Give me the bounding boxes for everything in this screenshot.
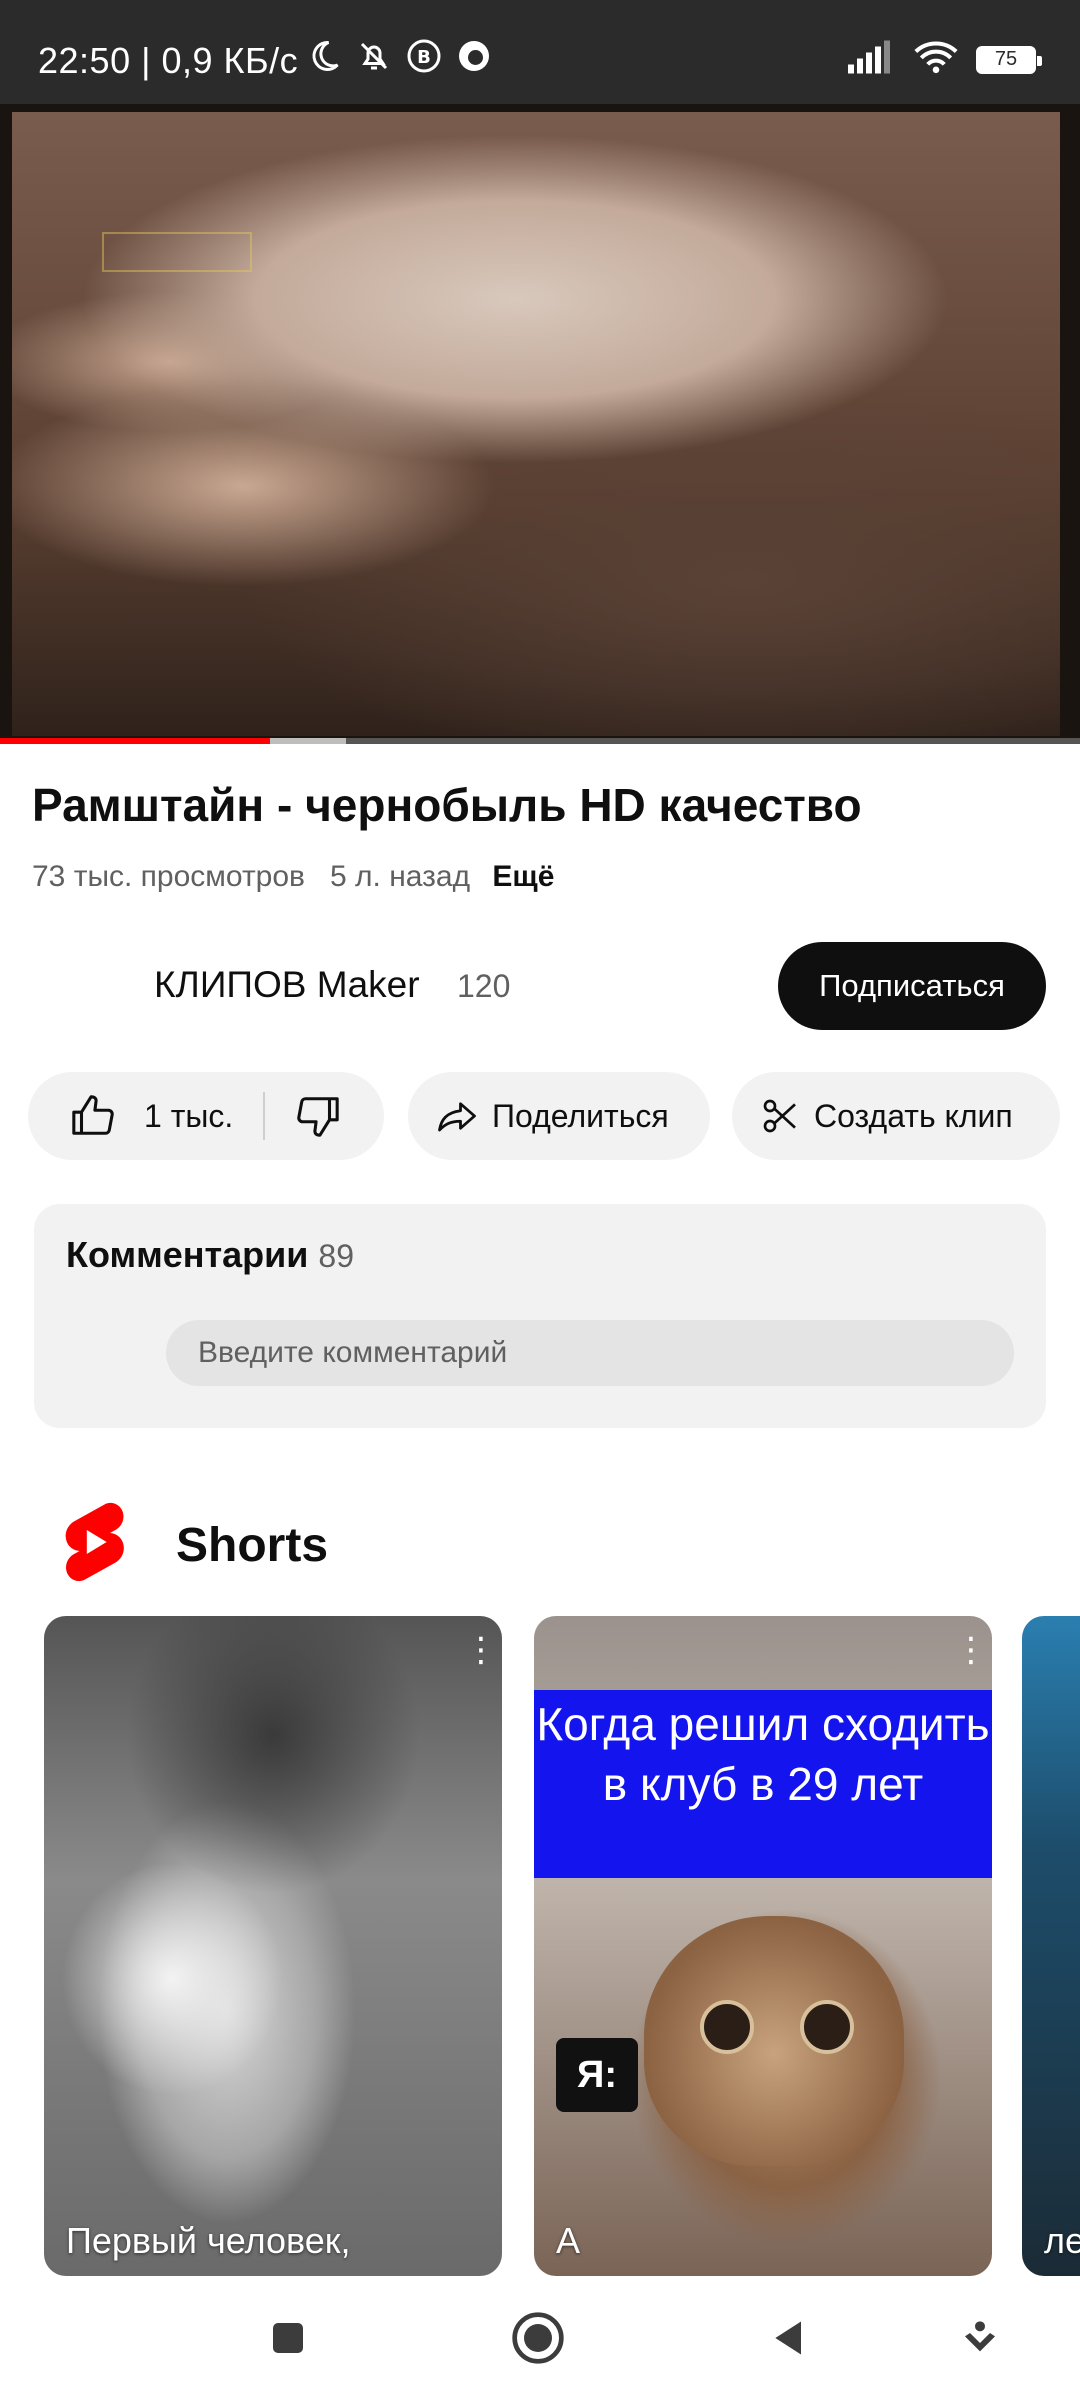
svg-text:B: B: [417, 47, 431, 68]
create-clip-button[interactable]: Создать клип: [732, 1072, 1060, 1160]
assist-icon: [960, 2318, 1000, 2363]
comments-header: Комментарии 89: [66, 1234, 355, 1275]
view-count: 73 тыс. просмотров: [32, 860, 305, 893]
video-title[interactable]: Рамштайн - чернобыль HD качество: [32, 778, 862, 832]
short-card[interactable]: ле: [1022, 1616, 1080, 2276]
dislike-button[interactable]: [295, 1093, 341, 1139]
cat-eye: [700, 2000, 754, 2054]
comments-card[interactable]: Комментарии 89 Введите комментарий: [34, 1204, 1046, 1428]
channel-watermark-icon: [102, 232, 252, 272]
browser-icon: [456, 38, 492, 79]
signal-icon: [848, 40, 896, 79]
home-button[interactable]: [508, 2310, 568, 2370]
progress-played: [0, 738, 270, 744]
square-icon: [268, 2318, 308, 2363]
like-count: 1 тыс.: [144, 1097, 234, 1134]
upload-age: 5 л. назад: [330, 860, 471, 893]
home-circle-icon: [510, 2310, 566, 2371]
battery-icon: 75: [976, 45, 1042, 74]
wifi-icon: [914, 40, 958, 79]
thumbs-down-icon: [295, 1093, 341, 1139]
comments-count: 89: [318, 1238, 355, 1274]
moon-icon: [306, 38, 342, 79]
share-icon: [436, 1095, 478, 1137]
video-progress-bar[interactable]: [0, 738, 1080, 744]
like-dislike-pill: 1 тыс.: [28, 1072, 384, 1160]
b-circle-icon: B: [406, 38, 442, 79]
channel-name[interactable]: КЛИПОВ Maker: [154, 964, 420, 1006]
share-label: Поделиться: [492, 1097, 669, 1134]
video-frame: [12, 112, 1060, 736]
video-player[interactable]: [0, 104, 1080, 744]
shorts-section-title: Shorts: [176, 1519, 329, 1572]
scissors-icon: [760, 1096, 800, 1136]
cat-eye: [800, 2000, 854, 2054]
comment-input[interactable]: Введите комментарий: [166, 1320, 1014, 1386]
back-triangle-icon: [768, 2316, 812, 2365]
more-vert-icon[interactable]: ⋮: [954, 1633, 988, 1667]
like-button[interactable]: 1 тыс.: [70, 1093, 233, 1139]
cat-image: [644, 1916, 904, 2166]
video-meta[interactable]: 73 тыс. просмотров 5 л. назад Ещё: [32, 860, 554, 894]
subscribe-button[interactable]: Подписаться: [778, 942, 1046, 1030]
more-link[interactable]: Ещё: [492, 860, 554, 893]
share-button[interactable]: Поделиться: [408, 1072, 710, 1160]
short-caption: ле: [1044, 2220, 1080, 2261]
status-bar: 22:50 | 0,9 КБ/с B 75: [0, 0, 1080, 104]
short-card[interactable]: ⋮ Первый человек,: [44, 1616, 502, 2276]
clip-label: Создать клип: [814, 1097, 1013, 1134]
short-banner-text: Когда решил сходить в клуб в 29 лет: [534, 1690, 992, 1878]
short-caption: А: [556, 2220, 581, 2261]
shorts-logo-icon: [58, 1500, 130, 1589]
bell-off-icon: [356, 38, 392, 79]
subscriber-count: 120: [457, 968, 511, 1004]
short-caption: Первый человек,: [66, 2220, 351, 2261]
thumbs-up-icon: [70, 1093, 116, 1139]
comment-placeholder: Введите комментарий: [198, 1336, 508, 1369]
more-vert-icon[interactable]: ⋮: [464, 1633, 498, 1667]
short-badge: Я:: [556, 2038, 638, 2112]
assist-button[interactable]: [950, 2310, 1010, 2370]
back-button[interactable]: [760, 2310, 820, 2370]
recents-button[interactable]: [258, 2310, 318, 2370]
pill-divider: [263, 1092, 266, 1140]
status-time: 22:50 | 0,9 КБ/с: [38, 40, 299, 81]
system-nav-bar: [0, 2280, 1080, 2400]
short-card[interactable]: Когда решил сходить в клуб в 29 лет Я: ⋮…: [534, 1616, 992, 2276]
